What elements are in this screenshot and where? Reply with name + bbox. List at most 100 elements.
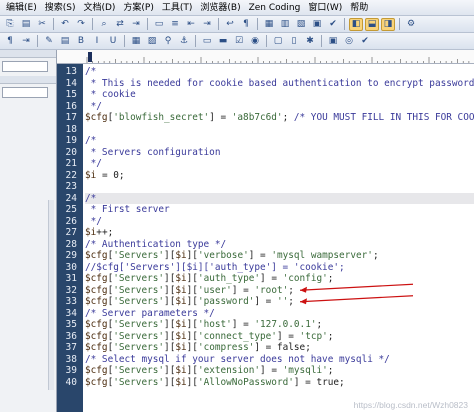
replace-icon[interactable]: ⇄	[113, 18, 127, 31]
code-line[interactable]: */	[85, 216, 102, 228]
code-token: */	[85, 100, 102, 112]
browser-icon[interactable]: ◎	[342, 35, 356, 48]
code-token: ] =	[260, 273, 283, 284]
code-line[interactable]: * cookie	[85, 89, 136, 101]
check-icon[interactable]: ✔	[326, 18, 340, 31]
panel-left-icon[interactable]: ◧	[349, 17, 363, 31]
code-line[interactable]: */	[85, 158, 102, 170]
redo-icon[interactable]: ↷	[74, 18, 88, 31]
image-icon[interactable]: ▨	[145, 35, 159, 48]
menu-window[interactable]: 窗口(W)	[304, 0, 346, 16]
menu-scheme[interactable]: 方案(P)	[119, 0, 157, 16]
code-token: ][	[186, 319, 198, 330]
code-line[interactable]: $cfg['Servers'][$i]['password'] = '';	[85, 296, 294, 308]
code-line[interactable]: /* Select mysql if your server does not …	[85, 354, 390, 366]
code-line[interactable]: $cfg['Servers'][$i]['host'] = '127.0.0.1…	[85, 319, 322, 331]
code-line[interactable]: $i++;	[85, 227, 113, 239]
underline-icon[interactable]: U	[106, 35, 120, 48]
fullscreen-icon[interactable]: ▣	[310, 18, 324, 31]
radio-icon[interactable]: ◉	[248, 35, 262, 48]
book-icon[interactable]: ▤	[58, 35, 72, 48]
wrap-icon[interactable]: ↩	[223, 18, 237, 31]
code-line[interactable]: $cfg['Servers'][$i]['auth_type'] = 'conf…	[85, 273, 333, 285]
settings-icon[interactable]: ⚙	[404, 18, 418, 31]
code-token: $cfg	[85, 365, 108, 376]
menu-tools[interactable]: 工具(T)	[158, 0, 197, 16]
code-line[interactable]: $cfg['Servers'][$i]['connect_type'] = 't…	[85, 331, 333, 343]
code-line[interactable]: /* Authentication type */	[85, 239, 226, 251]
code-token: 'Servers'	[113, 273, 165, 284]
code-line[interactable]: $cfg['Servers'][$i]['AllowNoPassword'] =…	[85, 377, 345, 389]
code-line[interactable]: $i = 0;	[85, 170, 125, 182]
code-token: $i	[175, 342, 187, 353]
code-line[interactable]: $cfg['Servers'][$i]['user'] = 'root';	[85, 285, 294, 297]
comment-icon[interactable]: ✱	[303, 35, 317, 48]
code-token: ][	[164, 296, 176, 307]
menu-edit[interactable]: 编辑(E)	[2, 0, 41, 16]
code-editor[interactable]: 13 14 15 16 17 18 19 20 21 22 23 24 25 26 27 28 29 30 31 32…	[57, 64, 474, 412]
menu-search[interactable]: 搜索(S)	[41, 0, 80, 16]
menu-help[interactable]: 帮助	[346, 0, 372, 16]
code-line[interactable]: $cfg['Servers'][$i]['extension'] = 'mysq…	[85, 365, 333, 377]
tab-stop-icon[interactable]: ⇥	[19, 35, 33, 48]
block-icon[interactable]: ▭	[152, 18, 166, 31]
pilcrow-icon[interactable]: ¶	[3, 35, 17, 48]
watermark: https://blog.csdn.net/Wzh0823	[353, 400, 468, 410]
table-icon[interactable]: ▦	[129, 35, 143, 48]
form-icon[interactable]: ▭	[200, 35, 214, 48]
code-token: ;	[327, 273, 334, 284]
div-icon[interactable]: ▢	[271, 35, 285, 48]
code-line[interactable]: $cfg['Servers'][$i]['verbose'] = 'mysql …	[85, 250, 379, 262]
indent-icon[interactable]: ⇤	[184, 18, 198, 31]
line-number-gutter: 13 14 15 16 17 18 19 20 21 22 23 24 25 26 27 28 29 30 31 32…	[57, 64, 83, 412]
code-token: $cfg	[85, 296, 108, 307]
code-line[interactable]: $cfg['Servers'][$i]['compress'] = false;	[85, 342, 311, 354]
line-number: 40	[65, 376, 77, 388]
panel-path-field[interactable]	[2, 61, 48, 72]
code-line[interactable]: /*	[85, 135, 96, 147]
italic-icon[interactable]: I	[90, 35, 104, 48]
find-icon[interactable]: ⌕	[97, 18, 111, 31]
menu-zen-coding[interactable]: Zen Coding	[245, 0, 305, 16]
outdent-icon[interactable]: ⇥	[200, 18, 214, 31]
window-cascade-icon[interactable]: ▧	[294, 18, 308, 31]
code-line[interactable]: /*	[85, 66, 96, 78]
link-icon[interactable]: ⚲	[161, 35, 175, 48]
undo-icon[interactable]: ↶	[58, 18, 72, 31]
panel-bottom-icon[interactable]: ⬓	[365, 17, 379, 31]
checkbox-icon[interactable]: ☑	[232, 35, 246, 48]
preview-icon[interactable]: ▣	[326, 35, 340, 48]
code-area[interactable]: /* * This is needed for cookie based aut…	[85, 64, 474, 412]
panel-scrollbar[interactable]	[48, 200, 54, 390]
menu-document[interactable]: 文档(D)	[79, 0, 119, 16]
cut-icon[interactable]: ✂	[35, 18, 49, 31]
code-line[interactable]: $cfg['blowfish_secret'] = 'a8b7c6d'; /* …	[85, 112, 474, 124]
code-line[interactable]: * First server	[85, 204, 170, 216]
code-line[interactable]: * Servers configuration	[85, 147, 221, 159]
code-token: ][	[164, 365, 176, 376]
validate-icon[interactable]: ✔	[358, 35, 372, 48]
code-line[interactable]: //$cfg['Servers'][$i]['auth_type'] = 'co…	[85, 262, 345, 274]
window-split-icon[interactable]: ▦	[262, 18, 276, 31]
toolbar-separator	[37, 35, 38, 47]
copy-icon[interactable]: ⎘	[3, 18, 17, 31]
toolbar-separator	[147, 18, 148, 30]
code-line[interactable]: */	[85, 101, 102, 113]
menu-browser[interactable]: 浏览器(B)	[196, 0, 244, 16]
bold-icon[interactable]: B	[74, 35, 88, 48]
paste-icon[interactable]: ▤	[19, 18, 33, 31]
code-line[interactable]: /* Server parameters */	[85, 308, 215, 320]
code-token: 'root'	[254, 284, 289, 296]
edit-tool-icon[interactable]: ✎	[42, 35, 56, 48]
goto-icon[interactable]: ⇥	[129, 18, 143, 31]
input-icon[interactable]: ▬	[216, 35, 230, 48]
panel-filter-field[interactable]	[2, 87, 48, 98]
list-icon[interactable]: ≡	[168, 18, 182, 31]
code-line[interactable]: * This is needed for cookie based authen…	[85, 78, 474, 90]
anchor-icon[interactable]: ⚓	[177, 35, 191, 48]
whitespace-icon[interactable]: ¶	[239, 18, 253, 31]
code-line[interactable]: /*	[85, 192, 474, 204]
panel-right-icon[interactable]: ◨	[381, 17, 395, 31]
span-icon[interactable]: ▯	[287, 35, 301, 48]
window-tile-icon[interactable]: ▥	[278, 18, 292, 31]
